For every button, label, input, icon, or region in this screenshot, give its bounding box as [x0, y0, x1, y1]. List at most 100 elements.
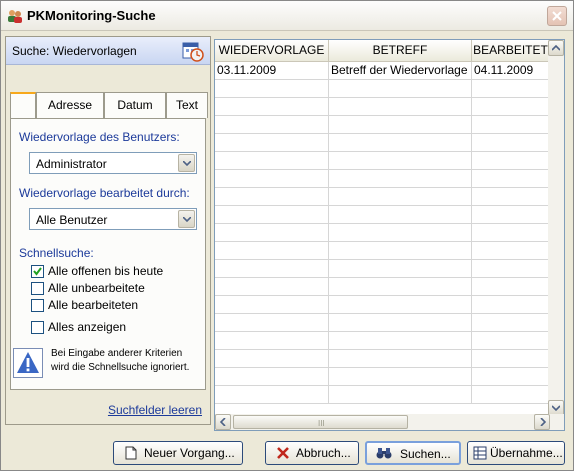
horizontal-scrollbar[interactable]: III	[215, 414, 564, 430]
table-row[interactable]	[215, 116, 550, 134]
table-apply-icon	[473, 446, 487, 460]
cancel-x-icon	[276, 446, 290, 460]
table-row[interactable]	[215, 314, 550, 332]
table-cell	[329, 332, 472, 350]
table-cell	[472, 350, 550, 368]
table-cell	[215, 188, 329, 206]
table-cell	[472, 224, 550, 242]
panel-header: Suche: Wiedervorlagen	[6, 37, 210, 65]
table-row[interactable]	[215, 206, 550, 224]
tab-label: Datum	[117, 98, 153, 112]
new-case-button[interactable]: Neuer Vorgang...	[113, 441, 243, 465]
title-bar: PKMonitoring-Suche	[1, 1, 573, 31]
column-header[interactable]: BETREFF	[329, 40, 472, 62]
table-row[interactable]	[215, 80, 550, 98]
table-cell	[329, 80, 472, 98]
scroll-left-button[interactable]	[215, 414, 231, 430]
table-cell	[329, 152, 472, 170]
table-cell	[329, 242, 472, 260]
warning-icon	[13, 348, 43, 378]
new-case-label: Neuer Vorgang...	[144, 446, 235, 460]
table-row[interactable]: 03.11.2009 Betreff der Wiedervorlage 04.11…	[215, 62, 550, 80]
table-row[interactable]	[215, 296, 550, 314]
check-icon	[33, 267, 42, 276]
search-panel: Suche: Wiedervorlagen Adresse Datum Text…	[5, 36, 211, 425]
tab-adresse[interactable]: Adresse	[36, 92, 104, 118]
table-cell	[215, 152, 329, 170]
search-button[interactable]: Suchen...	[365, 441, 461, 465]
chevron-down-icon[interactable]	[178, 154, 195, 172]
table-row[interactable]	[215, 386, 550, 404]
table-cell	[472, 242, 550, 260]
table-cell	[329, 260, 472, 278]
table-row[interactable]	[215, 98, 550, 116]
table-cell	[472, 278, 550, 296]
table-header: WIEDERVORLAGE BETREFF BEARBEITET	[215, 40, 550, 62]
scroll-up-button[interactable]	[548, 40, 564, 56]
close-icon	[552, 11, 562, 21]
table-cell	[329, 134, 472, 152]
checkbox[interactable]	[31, 265, 44, 278]
table-cell	[215, 134, 329, 152]
apply-button[interactable]: Übernahme...	[467, 441, 565, 465]
table-row[interactable]	[215, 368, 550, 386]
scroll-right-button[interactable]	[534, 414, 550, 430]
table-body: 03.11.2009 Betreff der Wiedervorlage 04.11…	[215, 62, 550, 416]
panel-title: Suche: Wiedervorlagen	[12, 44, 137, 58]
table-cell	[215, 116, 329, 134]
table-row[interactable]	[215, 224, 550, 242]
table-row[interactable]	[215, 134, 550, 152]
checkbox[interactable]	[31, 282, 44, 295]
table-row[interactable]	[215, 170, 550, 188]
column-header[interactable]: BEARBEITET	[472, 40, 550, 62]
clear-fields-link[interactable]: Suchfelder leeren	[108, 403, 202, 417]
table-cell	[215, 368, 329, 386]
results-table: WIEDERVORLAGE BETREFF BEARBEITET 03.11.2…	[214, 39, 565, 431]
info-text: Bei Eingabe anderer Kriterien wird die S…	[51, 347, 189, 375]
table-row[interactable]	[215, 152, 550, 170]
horizontal-scroll-thumb[interactable]: III	[233, 415, 408, 429]
table-cell	[215, 260, 329, 278]
table-cell	[215, 224, 329, 242]
calendar-clock-icon	[182, 40, 204, 62]
app-users-icon	[7, 8, 23, 24]
check-label: Alles anzeigen	[48, 320, 127, 334]
tab-label: Text	[175, 98, 198, 112]
table-row[interactable]	[215, 188, 550, 206]
checkbox[interactable]	[31, 299, 44, 312]
chevron-left-icon	[220, 418, 226, 426]
apply-label: Übernahme...	[490, 446, 563, 460]
table-cell	[329, 98, 472, 116]
tab-text[interactable]: Text	[166, 92, 208, 118]
chevron-down-icon[interactable]	[178, 210, 195, 228]
tab-content: Wiedervorlage des Benutzers: Administrat…	[10, 118, 206, 390]
table-row[interactable]	[215, 242, 550, 260]
table-cell	[215, 314, 329, 332]
chevron-right-icon	[540, 418, 546, 426]
tab-datum[interactable]: Datum	[104, 92, 166, 118]
table-cell	[472, 80, 550, 98]
tab-wiedervorlage[interactable]	[10, 92, 36, 119]
vertical-scrollbar[interactable]	[548, 40, 564, 416]
table-cell	[472, 188, 550, 206]
close-button[interactable]	[547, 6, 567, 26]
table-cell	[329, 368, 472, 386]
table-cell: Betreff der Wiedervorlage	[329, 62, 472, 80]
table-row[interactable]	[215, 350, 550, 368]
table-cell	[215, 170, 329, 188]
table-cell	[329, 350, 472, 368]
user-select[interactable]: Administrator	[29, 152, 197, 174]
check-label: Alle bearbeiteten	[48, 298, 139, 312]
table-row[interactable]	[215, 260, 550, 278]
cancel-button[interactable]: Abbruch...	[265, 441, 359, 465]
window-title: PKMonitoring-Suche	[27, 8, 156, 23]
table-cell	[329, 188, 472, 206]
checkbox[interactable]	[31, 321, 44, 334]
table-row[interactable]	[215, 278, 550, 296]
table-row[interactable]	[215, 332, 550, 350]
edited-by-select[interactable]: Alle Benutzer	[29, 208, 197, 230]
column-header[interactable]: WIEDERVORLAGE	[215, 40, 329, 62]
info-line-1: Bei Eingabe anderer Kriterien	[51, 348, 183, 359]
table-cell	[472, 314, 550, 332]
table-cell	[472, 134, 550, 152]
